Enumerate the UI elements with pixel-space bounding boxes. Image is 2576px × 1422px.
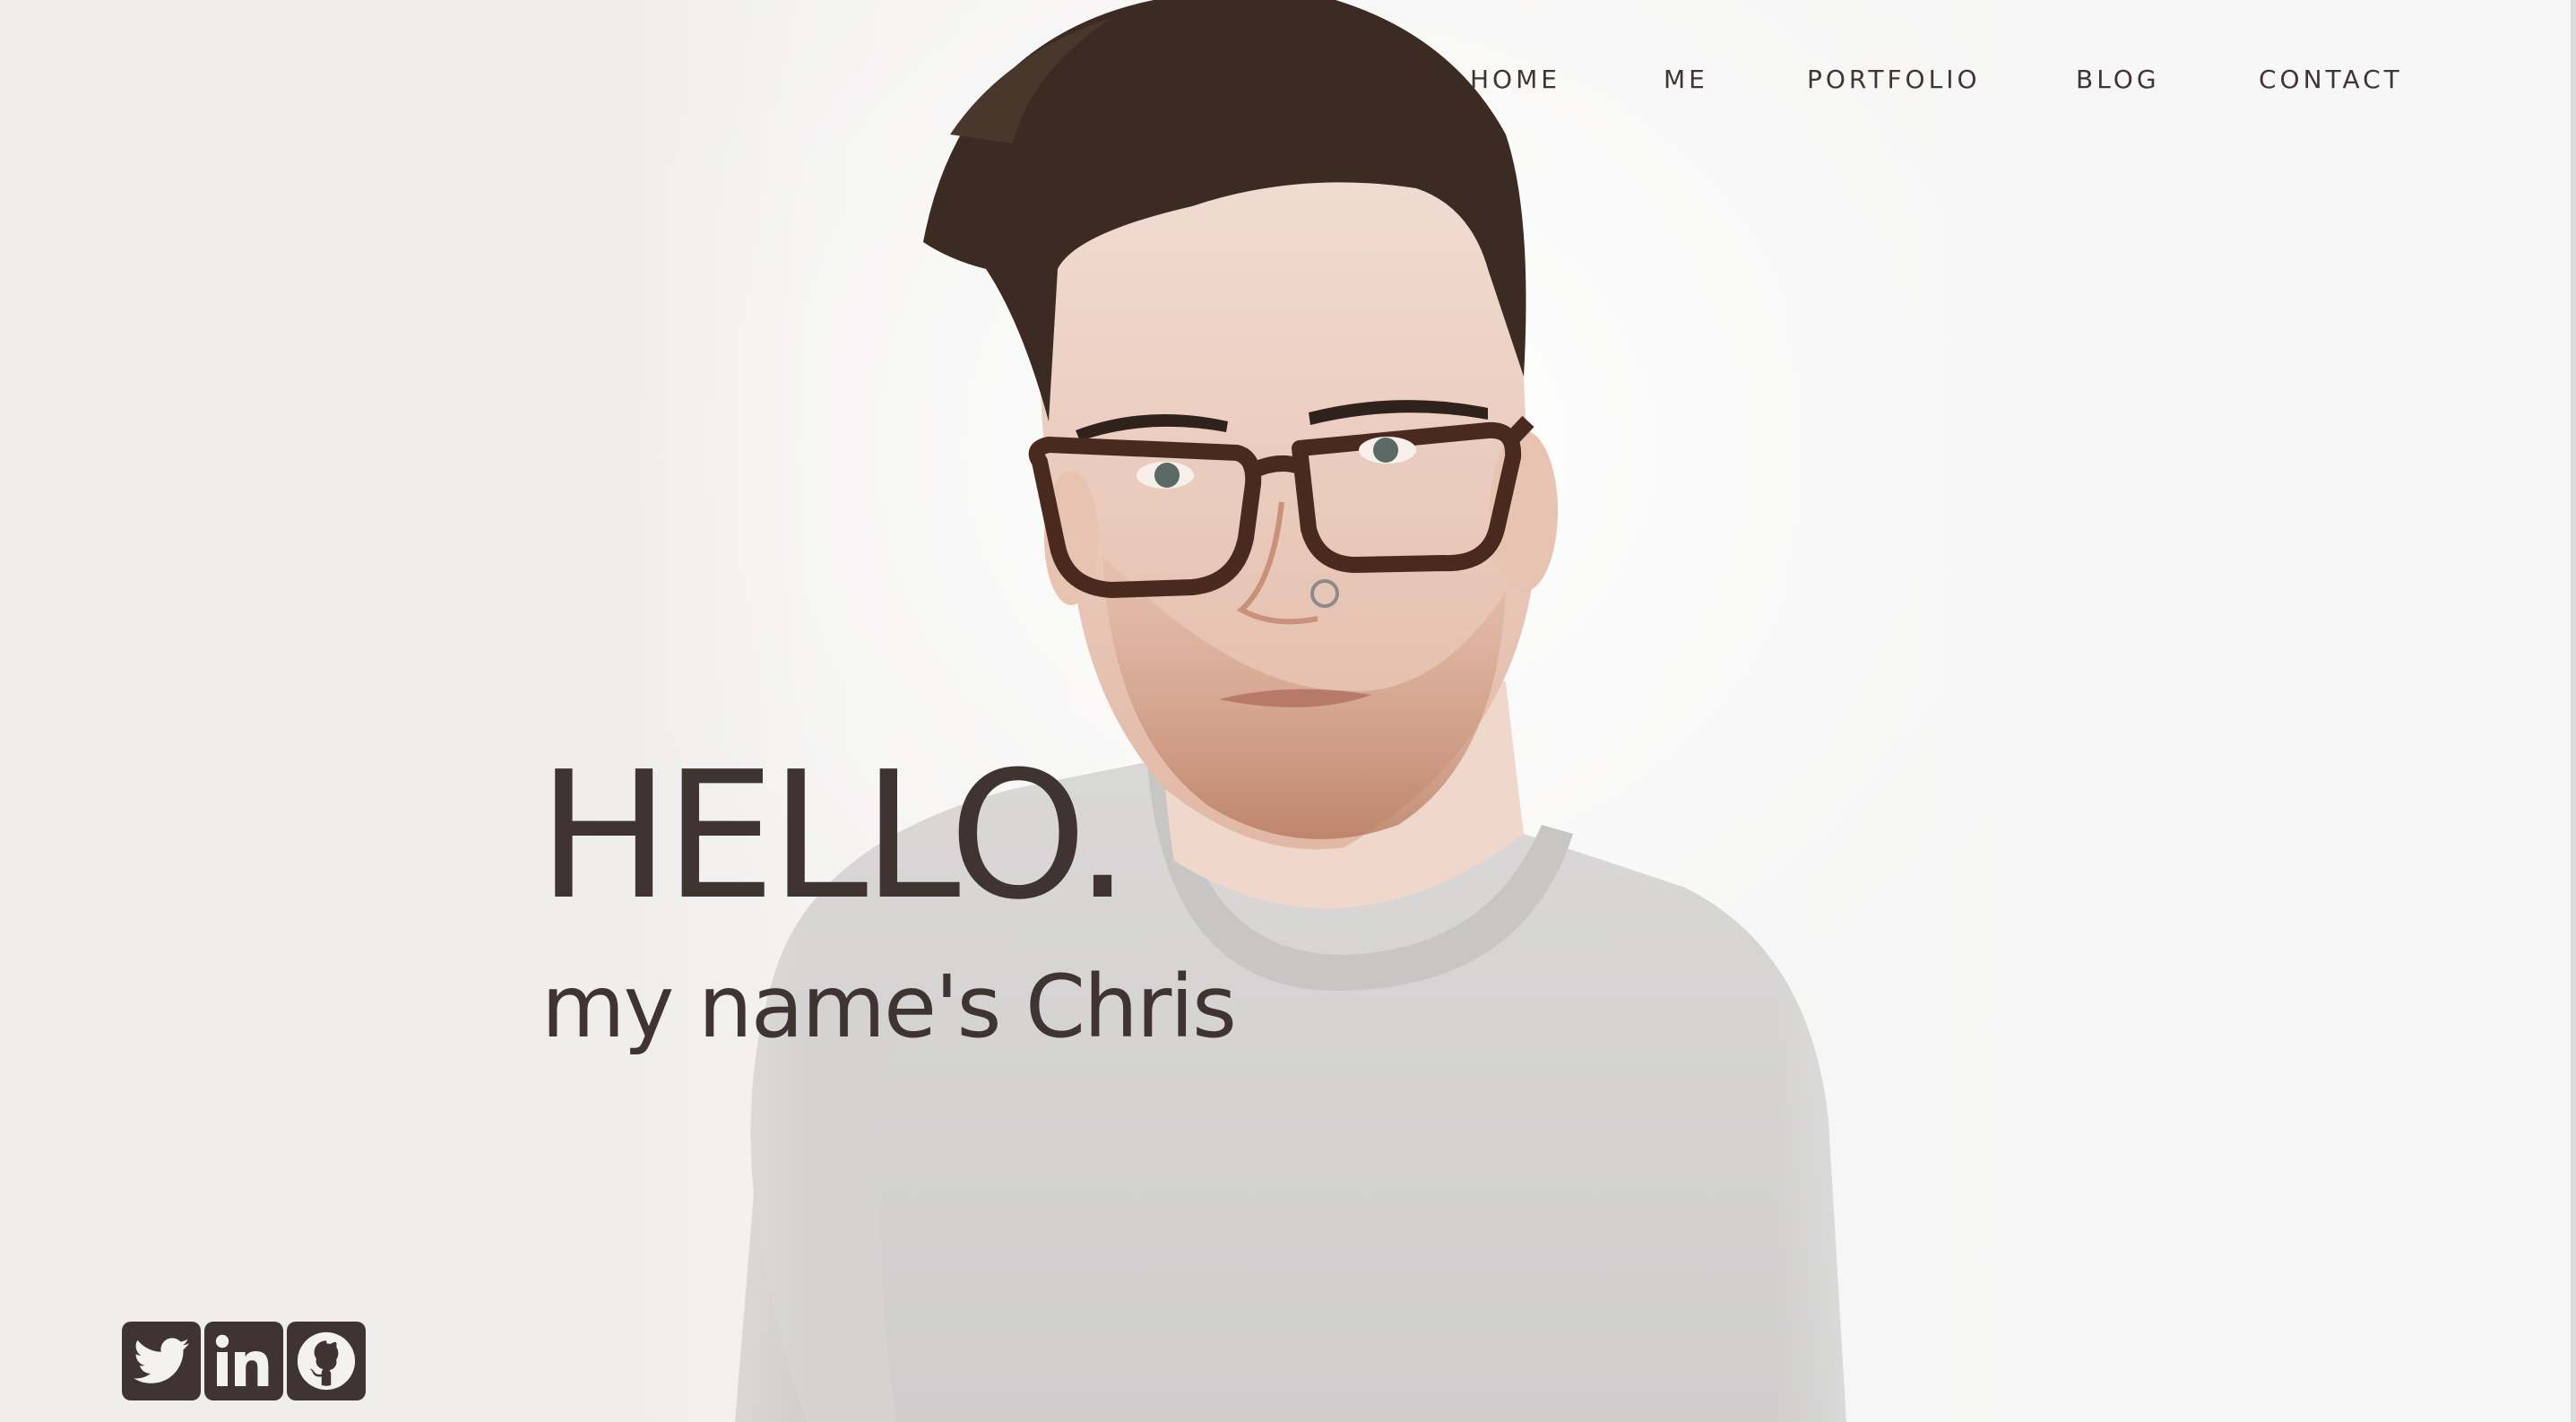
linkedin-link[interactable] [204, 1322, 283, 1400]
hero-portrait-photo [0, 0, 2576, 1422]
nav-link-contact-label: CONTACT [2259, 64, 2403, 94]
hero-subtitle: my name's Chris [541, 957, 1237, 1057]
nav-link-me[interactable]: ME [1664, 65, 1708, 94]
nav-link-me-label: ME [1664, 64, 1708, 94]
hero-greeting: HELLO. [538, 734, 1130, 939]
twitter-link[interactable] [122, 1322, 201, 1400]
nav-link-blog-label: BLOG [2076, 64, 2160, 94]
github-link[interactable] [287, 1322, 366, 1400]
nav-link-home-label: HOME [1470, 64, 1560, 94]
twitter-icon [134, 1338, 189, 1383]
linkedin-icon [215, 1334, 269, 1386]
nav-link-portfolio[interactable]: PORTFOLIO [1807, 65, 1981, 94]
landing-page: HOME ME PORTFOLIO BLOG CONTACT HELLO. my… [0, 0, 2576, 1422]
nav-link-blog[interactable]: BLOG [2076, 65, 2160, 94]
nav-link-portfolio-label: PORTFOLIO [1807, 64, 1981, 94]
social-links [122, 1322, 366, 1400]
nav-link-contact[interactable]: CONTACT [2259, 65, 2403, 94]
nav-link-home[interactable]: HOME [1470, 65, 1560, 94]
github-icon [297, 1331, 356, 1391]
